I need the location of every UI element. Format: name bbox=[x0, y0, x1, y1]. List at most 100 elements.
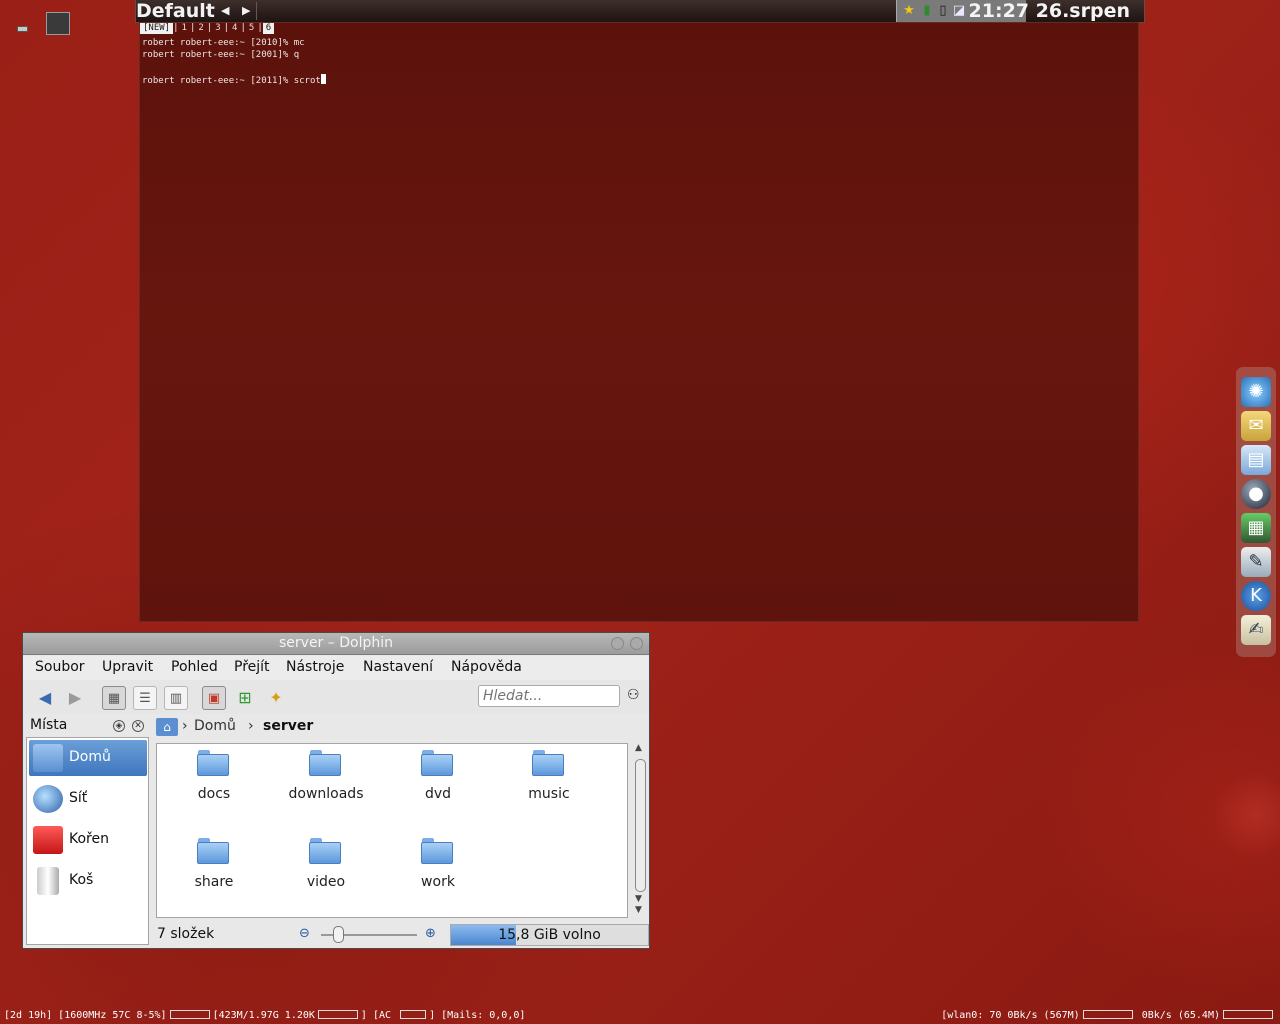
folder-name: dvd bbox=[424, 786, 452, 802]
place-label: Kořen bbox=[69, 831, 109, 847]
panel-separator bbox=[256, 2, 257, 20]
network-globe-icon bbox=[33, 785, 63, 813]
battery-icon[interactable]: ▯ bbox=[935, 3, 951, 19]
terminal-line: robert robert-eee:~ [2011]% scrot bbox=[142, 76, 321, 86]
status-text: 7 složek bbox=[157, 926, 215, 942]
net-down-graph bbox=[1082, 1010, 1133, 1019]
free-space-text: 15,8 GiB volno bbox=[498, 927, 601, 943]
terminal-tab-2[interactable]: 2 bbox=[195, 23, 206, 34]
breadcrumb-current[interactable]: server bbox=[263, 718, 313, 734]
spreadsheet-icon[interactable]: ▦ bbox=[1241, 513, 1271, 543]
scroll-down-arrow-icon[interactable]: ▼ bbox=[635, 894, 642, 904]
folder-item[interactable]: music bbox=[504, 748, 594, 818]
previous-workspace-arrow-icon[interactable]: ◀ bbox=[221, 4, 229, 17]
places-panel: Domů Síť Kořen Koš bbox=[26, 737, 149, 945]
scroll-up-arrow-icon[interactable]: ▲ bbox=[635, 743, 642, 753]
zoom-out-icon[interactable]: ⊖ bbox=[299, 926, 310, 941]
media-player-icon[interactable]: ● bbox=[1241, 479, 1271, 509]
terminal-tab-3[interactable]: 3 bbox=[212, 23, 223, 34]
folder-icon bbox=[421, 750, 453, 776]
menu-soubor[interactable]: Soubor bbox=[35, 659, 85, 675]
terminal-cursor bbox=[320, 74, 326, 84]
places-header: Místa ◈ ✕ bbox=[26, 717, 149, 737]
next-workspace-arrow-icon[interactable]: ▶ bbox=[242, 4, 250, 17]
folder-item[interactable]: docs bbox=[169, 748, 259, 818]
menu-upravit[interactable]: Upravit bbox=[102, 659, 153, 675]
trash-icon bbox=[37, 867, 59, 895]
zoom-in-icon[interactable]: ⊕ bbox=[425, 926, 436, 941]
place-item-domu[interactable]: Domů bbox=[29, 740, 147, 776]
terminal-line: robert robert-eee:~ [2001]% q bbox=[142, 50, 300, 60]
back-arrow-icon[interactable]: ◀ bbox=[33, 686, 57, 710]
terminal-tab-6[interactable]: 6 bbox=[262, 23, 275, 34]
zoom-slider-handle[interactable] bbox=[333, 926, 344, 943]
folder-name: docs bbox=[197, 786, 231, 802]
kde-network-icon[interactable]: ✺ bbox=[1241, 377, 1271, 407]
places-close-icon[interactable]: ✕ bbox=[132, 720, 144, 732]
menu-prejit[interactable]: Přejít bbox=[234, 659, 270, 675]
folder-icon bbox=[309, 750, 341, 776]
folder-item[interactable]: dvd bbox=[393, 748, 483, 818]
desktop-minimize-widget[interactable] bbox=[17, 26, 28, 32]
places-float-icon[interactable]: ◈ bbox=[113, 720, 125, 732]
notes-icon[interactable]: ✍ bbox=[1241, 615, 1271, 645]
terminal-prompt-line[interactable]: robert robert-eee:~ [2011]% scrot bbox=[142, 74, 326, 87]
new-folder-icon[interactable]: ✦ bbox=[264, 686, 288, 710]
terminal-tab-new[interactable]: [NEW] bbox=[140, 23, 174, 34]
vertical-scrollbar[interactable]: ▲ ▼ ▼ bbox=[632, 743, 648, 918]
folder-name: work bbox=[421, 874, 455, 890]
place-item-koren[interactable]: Kořen bbox=[29, 822, 147, 858]
home-icon[interactable]: ⌂ bbox=[156, 718, 178, 736]
top-panel: Default ◀ ▶ ★ ▮ ▯ ◪ 21:27 26.srpen bbox=[135, 0, 1145, 23]
net-up-graph bbox=[1223, 1010, 1273, 1019]
memory-bar bbox=[317, 1010, 358, 1019]
writer-icon[interactable]: ✎ bbox=[1241, 547, 1271, 577]
split-view-icon[interactable]: ⊞ bbox=[233, 686, 257, 710]
terminal-tab-5[interactable]: 5 bbox=[246, 23, 257, 34]
memory-status: [423M/1.97G 1.20K bbox=[212, 1010, 315, 1021]
folder-item[interactable]: work bbox=[393, 836, 483, 906]
close-button[interactable] bbox=[630, 637, 643, 650]
network-down-status: [wlan0: 70 0Bk/s (567M) bbox=[941, 1010, 1080, 1021]
file-view: docs downloads dvd music share video wor… bbox=[156, 743, 628, 918]
statusbar: 7 složek ⊖ ⊕ 15,8 GiB volno bbox=[23, 922, 649, 948]
scroll-down-arrow-icon[interactable]: ▼ bbox=[635, 905, 642, 915]
desktop-pager[interactable] bbox=[46, 12, 70, 35]
forward-arrow-icon[interactable]: ▶ bbox=[63, 686, 87, 710]
place-item-sit[interactable]: Síť bbox=[29, 781, 147, 817]
terminal-window[interactable]: [NEW] | 1 | 2 | 3 | 4 | 5 | 6 robert robert-eee:~ [2… bbox=[139, 22, 1139, 622]
folder-name: share bbox=[194, 874, 234, 890]
terminal-tab-1[interactable]: 1 bbox=[179, 23, 190, 34]
search-input[interactable] bbox=[478, 685, 620, 707]
folder-icon bbox=[421, 838, 453, 864]
workspace-title[interactable]: Default bbox=[136, 1, 215, 21]
details-view-icon[interactable]: ☰ bbox=[133, 686, 157, 710]
menu-nastroje[interactable]: Nástroje bbox=[286, 659, 344, 675]
menu-nastaveni[interactable]: Nastavení bbox=[363, 659, 433, 675]
folder-item[interactable]: share bbox=[169, 836, 259, 906]
monitor-icon[interactable]: ▮ bbox=[919, 3, 935, 19]
breadcrumb-parent[interactable]: Domů bbox=[194, 718, 236, 734]
place-item-kos[interactable]: Koš bbox=[29, 863, 147, 899]
columns-view-icon[interactable]: ▥ bbox=[164, 686, 188, 710]
preview-icon[interactable]: ▣ bbox=[202, 686, 226, 710]
star-icon[interactable]: ★ bbox=[901, 3, 917, 19]
minimize-button[interactable] bbox=[611, 637, 624, 650]
menu-napoveda[interactable]: Nápověda bbox=[451, 659, 522, 675]
clock[interactable]: 21:27 26.srpen bbox=[969, 1, 1130, 21]
place-label: Síť bbox=[69, 790, 88, 806]
icons-view-icon[interactable]: ▦ bbox=[102, 686, 126, 710]
menubar: Soubor Upravit Pohled Přejít Nástroje Na… bbox=[23, 656, 649, 680]
binoculars-search-icon[interactable]: ⚇ bbox=[627, 687, 640, 703]
window-titlebar[interactable]: server – Dolphin bbox=[23, 633, 649, 655]
terminal-tab-4[interactable]: 4 bbox=[229, 23, 240, 34]
folder-item[interactable]: downloads bbox=[281, 748, 371, 818]
mail-status: ] [Mails: 0,0,0] bbox=[429, 1010, 526, 1021]
scroll-thumb[interactable] bbox=[635, 759, 646, 892]
network-icon[interactable]: ◪ bbox=[951, 3, 967, 19]
folder-item[interactable]: video bbox=[281, 836, 371, 906]
menu-pohled[interactable]: Pohled bbox=[171, 659, 218, 675]
mail-icon[interactable]: ✉ bbox=[1241, 411, 1271, 441]
kde-app-icon[interactable]: K bbox=[1241, 581, 1271, 611]
text-editor-icon[interactable]: ▤ bbox=[1241, 445, 1271, 475]
